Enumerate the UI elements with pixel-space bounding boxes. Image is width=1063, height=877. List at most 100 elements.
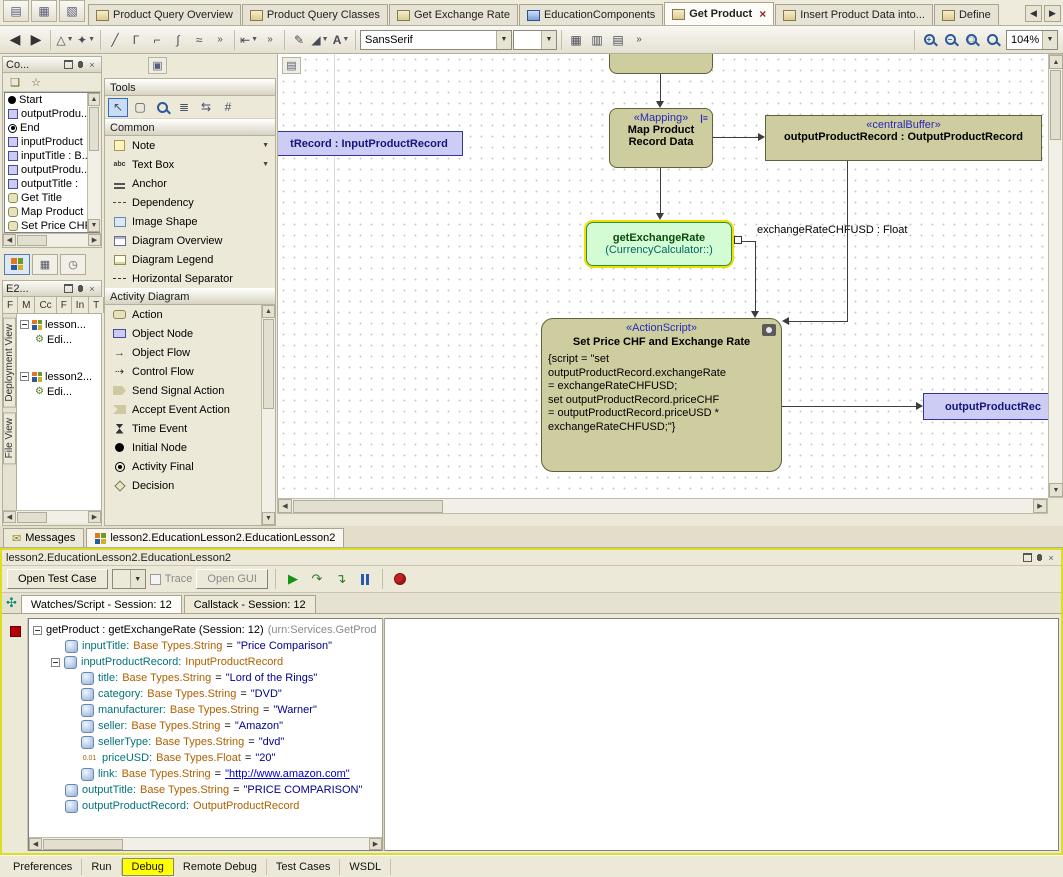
scrollbar-thumb[interactable] (17, 512, 47, 523)
watch-row-inputtitle[interactable]: inputTitle:Base Types.String="Price Comp… (29, 638, 382, 654)
search-window-icon[interactable]: ▧ (59, 0, 85, 22)
common-section-header[interactable]: Common (105, 119, 275, 136)
watches-tree[interactable]: getProduct : getExchangeRate (Session: 1… (28, 618, 382, 851)
step-into-icon[interactable]: ↴ (331, 568, 351, 590)
breakpoint-icon[interactable] (10, 626, 21, 637)
scroll-left-icon[interactable]: ◀ (3, 511, 16, 523)
open-gui-button[interactable]: Open GUI (196, 569, 268, 589)
palette-item-time-event[interactable]: Time Event (105, 419, 275, 438)
palette-item-diagram-overview[interactable]: Diagram Overview (105, 231, 275, 250)
forward-icon[interactable]: ▶ (26, 29, 46, 51)
tree-item-edi[interactable]: ⚙Edi... (17, 332, 101, 347)
shape-tool-icon[interactable]: △▼ (55, 29, 75, 51)
chevron-down-icon[interactable]: ▼ (262, 161, 271, 168)
control-flow-line[interactable] (660, 168, 661, 214)
mapping-action-node[interactable]: |≡ «Mapping» Map Product Record Data (609, 108, 713, 168)
pause-icon[interactable] (355, 568, 375, 590)
close-panel-icon[interactable]: × (86, 283, 98, 294)
more-paths-icon[interactable]: » (210, 29, 230, 51)
back-icon[interactable]: ◀ (5, 29, 25, 51)
align-tool-icon[interactable]: ⇤▼ (239, 29, 259, 51)
scroll-up-icon[interactable]: ▲ (88, 93, 100, 106)
scroll-down-icon[interactable]: ▼ (262, 512, 275, 525)
mini-tab-3[interactable]: Cc (35, 297, 56, 313)
tree-item-outputproductrecord[interactable]: outputProdu... (5, 107, 100, 121)
central-buffer-node[interactable]: «centralBuffer» outputProductRecord : Ou… (765, 115, 1042, 161)
diagram-tree-toggle-icon[interactable]: ▤ (282, 57, 301, 74)
statusbar-test-cases[interactable]: Test Cases (267, 859, 340, 875)
statusbar-wsdl[interactable]: WSDL (340, 859, 391, 875)
scroll-right-icon[interactable]: ▶ (1033, 499, 1047, 513)
scroll-right-icon[interactable]: ▶ (369, 838, 382, 850)
containment-horizontal-scrollbar[interactable]: ◀ ▶ (3, 233, 101, 246)
oblique-path-icon[interactable]: ⌐ (147, 29, 167, 51)
tree-item-set-price-chf[interactable]: Set Price CHF (5, 219, 100, 233)
watch-row-title[interactable]: title:Base Types.String="Lord of the Rin… (29, 670, 382, 686)
watch-row-manufacturer[interactable]: manufacturer:Base Types.String="Warner" (29, 702, 382, 718)
select-tool-icon[interactable]: ↖ (108, 98, 128, 117)
collapse-icon[interactable] (33, 626, 42, 635)
statusbar-preferences[interactable]: Preferences (4, 859, 82, 875)
chevron-down-icon[interactable]: ▼ (541, 31, 556, 49)
swimlane-tool-icon[interactable]: ✦▼ (76, 29, 96, 51)
close-panel-icon[interactable]: × (1045, 552, 1057, 563)
tab-define[interactable]: Define (934, 4, 999, 25)
font-color-icon[interactable]: A▼ (331, 29, 351, 51)
palette-item-object-node[interactable]: Object Node▼ (105, 324, 275, 343)
marquee-tool-icon[interactable]: ▢ (130, 98, 150, 117)
scroll-left-icon[interactable]: ◀ (3, 234, 16, 246)
palette-item-control-flow[interactable]: ⇢Control Flow (105, 362, 275, 381)
diagrams-window-icon[interactable]: ▤ (3, 0, 29, 22)
tab-deployment-view[interactable]: Deployment View (3, 318, 16, 408)
tree-item-outputproduct[interactable]: outputProdu... (5, 163, 100, 177)
palette-item-object-flow[interactable]: →Object Flow (105, 343, 275, 362)
font-family-combo[interactable]: SansSerif ▼ (360, 30, 512, 50)
mini-tab-1[interactable]: F (3, 297, 18, 313)
tree-item-map-product[interactable]: Map Product (5, 205, 100, 219)
tab-get-exchange-rate[interactable]: Get Exchange Rate (389, 4, 518, 25)
fill-color-icon[interactable]: ◢▼ (310, 29, 330, 51)
pin-panel-icon[interactable] (74, 59, 86, 70)
object-flow-line[interactable] (847, 161, 848, 321)
rect-path-icon[interactable]: Γ (126, 29, 146, 51)
more-style-icon[interactable]: » (629, 29, 649, 51)
palette-item-horizontal-separator[interactable]: Horizontal Separator (105, 269, 275, 288)
statusbar-debug[interactable]: Debug (122, 858, 174, 876)
tab-callstack[interactable]: Callstack - Session: 12 (184, 595, 316, 613)
script-pane[interactable] (385, 618, 1059, 851)
palette-item-image-shape[interactable]: Image Shape (105, 212, 275, 231)
more-align-icon[interactable]: » (260, 29, 280, 51)
watch-row-outputtitle[interactable]: outputTitle:Base Types.String="PRICE COM… (29, 782, 382, 798)
float-panel-icon[interactable] (1021, 552, 1033, 563)
statusbar-run[interactable]: Run (82, 859, 121, 875)
float-panel-icon[interactable] (62, 59, 74, 70)
pin-panel-icon[interactable] (1033, 552, 1045, 563)
tree-item-start[interactable]: Start (5, 93, 100, 107)
containment-vertical-scrollbar[interactable]: ▲ ▼ (87, 93, 100, 232)
tree-item-get-title[interactable]: Get Title (5, 191, 100, 205)
watch-row-sellertype[interactable]: sellerType:Base Types.String="dvd" (29, 734, 382, 750)
distribute-icon[interactable]: ⇆ (196, 98, 216, 117)
activity-section-header[interactable]: Activity Diagram (105, 288, 275, 305)
scroll-tabs-left-icon[interactable]: ◀ (1025, 5, 1042, 22)
scrollbar-thumb[interactable] (293, 500, 443, 513)
collapse-icon[interactable] (20, 372, 29, 381)
zoom-in-icon[interactable]: + (919, 29, 939, 51)
chevron-down-icon[interactable]: ▼ (262, 142, 271, 149)
apply-style-icon[interactable]: ▤ (608, 29, 628, 51)
trace-checkbox[interactable] (150, 574, 161, 585)
float-panel-icon[interactable] (62, 283, 74, 294)
scrollbar-thumb[interactable] (43, 839, 123, 850)
mini-tab-5[interactable]: In (72, 297, 89, 313)
palette-item-anchor[interactable]: Anchor (105, 174, 275, 193)
tab-product-query-classes[interactable]: Product Query Classes (242, 4, 388, 25)
watch-value-link[interactable]: "http://www.amazon.com" (225, 768, 350, 780)
copy-style-icon[interactable]: ▥ (587, 29, 607, 51)
object-flow-line[interactable] (789, 321, 848, 322)
palette-item-initial-node[interactable]: Initial Node (105, 438, 275, 457)
tree-item-outputtitle[interactable]: outputTitle : (5, 177, 100, 191)
scrollbar-thumb[interactable] (263, 319, 274, 409)
model-window-icon[interactable]: ▦ (31, 0, 57, 22)
scroll-right-icon[interactable]: ▶ (88, 511, 101, 523)
watch-row-root[interactable]: getProduct : getExchangeRate (Session: 1… (29, 622, 382, 638)
